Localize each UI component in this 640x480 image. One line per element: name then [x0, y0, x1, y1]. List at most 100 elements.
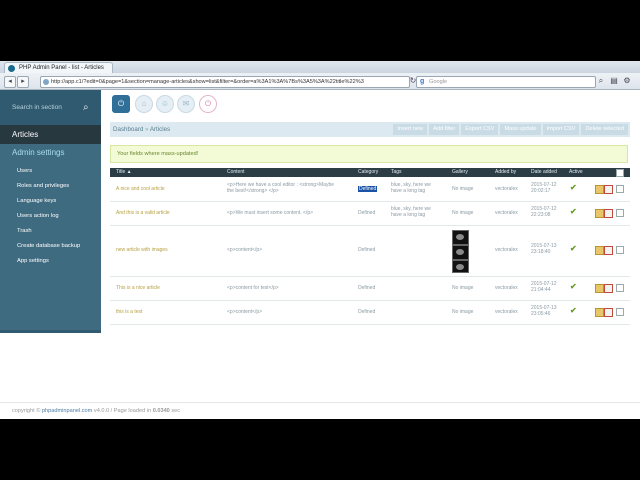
- row-checkbox[interactable]: [616, 308, 624, 316]
- row-title[interactable]: This is a nice article: [116, 285, 160, 291]
- row-content: <p>content for test</p>: [227, 285, 279, 291]
- delete-icon[interactable]: [604, 284, 613, 293]
- header-tags[interactable]: Tags: [391, 168, 402, 177]
- table-row[interactable]: A nice and cool article <p>Here we have …: [110, 177, 630, 202]
- delete-icon[interactable]: [604, 246, 613, 255]
- gallery-thumbnail[interactable]: [452, 245, 469, 260]
- row-checkbox[interactable]: [616, 284, 624, 292]
- footer-link[interactable]: phpadminpanel.com: [42, 408, 92, 414]
- row-checkbox[interactable]: [616, 185, 624, 193]
- edit-icon[interactable]: [595, 284, 604, 293]
- gear-icon[interactable]: ⚙: [622, 76, 632, 86]
- insert-new-button[interactable]: Insert new: [393, 124, 428, 135]
- mass-update-button[interactable]: Mass update: [500, 124, 541, 135]
- sidebar-item-action-log[interactable]: Users action log: [17, 212, 80, 227]
- header-title[interactable]: Title ▲: [116, 168, 132, 177]
- address-bar[interactable]: http://app.c1/?edit=0&page=1&section=man…: [40, 76, 410, 88]
- row-tags-line2: have a long tag: [391, 212, 426, 218]
- header-date-added[interactable]: Date added: [531, 168, 557, 177]
- sidebar-search[interactable]: Search in section ⌕: [0, 90, 101, 125]
- table-row[interactable]: new article with images <p>content</p> D…: [110, 226, 630, 277]
- table-row[interactable]: And this is a valid article <p>We must i…: [110, 202, 630, 226]
- title-bar: PHP Admin Panel - list - Articles: [0, 61, 640, 74]
- header-category[interactable]: Category: [358, 168, 378, 177]
- sidebar-item-app-settings[interactable]: App settings: [17, 257, 80, 272]
- search-bar[interactable]: g Google: [416, 76, 596, 88]
- row-added-by: vectoralex: [495, 285, 518, 291]
- header-content[interactable]: Content: [227, 168, 245, 177]
- row-content: <p>content</p>: [227, 247, 263, 253]
- row-checkbox[interactable]: [616, 246, 624, 254]
- forward-icon[interactable]: ▸: [17, 76, 29, 88]
- active-check-icon[interactable]: ✔: [570, 306, 577, 315]
- row-checkbox[interactable]: [616, 209, 624, 217]
- breadcrumb-current: Articles: [149, 126, 171, 133]
- sidebar-item-language-keys[interactable]: Language keys: [17, 197, 80, 212]
- page-footer: copyright © phpadminpanel.com v4.0.0 / P…: [0, 402, 640, 419]
- search-icon[interactable]: ⌕: [596, 76, 606, 86]
- favicon-icon: [8, 65, 15, 72]
- sidebar-group-admin-settings[interactable]: Admin settings: [12, 148, 64, 157]
- row-category[interactable]: Defined: [358, 247, 375, 253]
- row-category[interactable]: Defined: [358, 309, 375, 315]
- row-time: 23:18:40: [531, 249, 551, 255]
- active-check-icon[interactable]: ✔: [570, 183, 577, 192]
- image-icon: [456, 234, 464, 240]
- sidebar-item-trash[interactable]: Trash: [17, 227, 80, 242]
- top-toolbar: ⏻ ⌂ ☺ ✉ ⏻: [110, 90, 640, 118]
- footer-version: v4.0.0 / Page loaded in: [93, 408, 152, 414]
- row-gallery: No image: [452, 186, 474, 192]
- row-title[interactable]: this is a test: [116, 309, 142, 315]
- edit-icon[interactable]: [595, 308, 604, 317]
- user-icon[interactable]: ☺: [156, 95, 174, 113]
- delete-icon[interactable]: [604, 185, 613, 194]
- row-category[interactable]: Defined: [358, 186, 378, 192]
- table-row[interactable]: This is a nice article <p>content for te…: [110, 277, 630, 301]
- add-filter-button[interactable]: Add filter: [429, 124, 460, 135]
- delete-selected-button[interactable]: Delete selected: [581, 124, 628, 135]
- row-category-selected[interactable]: Defined: [358, 186, 378, 192]
- export-csv-button[interactable]: Export CSV: [461, 124, 499, 135]
- active-check-icon[interactable]: ✔: [570, 282, 577, 291]
- page-icon[interactable]: ▤: [609, 76, 619, 86]
- logout-icon[interactable]: ⏻: [199, 95, 217, 113]
- row-title[interactable]: new article with images: [116, 247, 168, 253]
- edit-icon[interactable]: [595, 185, 604, 194]
- active-check-icon[interactable]: ✔: [570, 207, 577, 216]
- sidebar-item-db-backup[interactable]: Create database backup: [17, 242, 80, 257]
- row-title[interactable]: And this is a valid article: [116, 210, 170, 216]
- home-icon[interactable]: ⌂: [135, 95, 153, 113]
- sidebar-item-roles[interactable]: Roles and privileges: [17, 182, 80, 197]
- row-category[interactable]: Defined: [358, 210, 375, 216]
- select-all-checkbox[interactable]: [616, 169, 624, 177]
- sidebar-search-input[interactable]: Search in section: [12, 104, 62, 111]
- header-added-by[interactable]: Added by: [495, 168, 516, 177]
- sidebar-item-users[interactable]: Users: [17, 167, 80, 182]
- gallery-thumbnail[interactable]: [452, 230, 469, 245]
- row-title[interactable]: A nice and cool article: [116, 186, 165, 192]
- edit-icon[interactable]: [595, 246, 604, 255]
- table-header: Title ▲ Content Category Tags Gallery Ad…: [110, 168, 630, 177]
- import-csv-button[interactable]: Import CSV: [542, 124, 580, 135]
- breadcrumb-dashboard[interactable]: Dashboard: [113, 126, 143, 133]
- header-gallery[interactable]: Gallery: [452, 168, 468, 177]
- browser-window: PHP Admin Panel - list - Articles ◂ ▸ ht…: [0, 61, 640, 419]
- row-category[interactable]: Defined: [358, 285, 375, 291]
- back-icon[interactable]: ◂: [4, 76, 16, 88]
- power-icon[interactable]: ⏻: [112, 95, 130, 113]
- row-added-by: vectoralex: [495, 309, 518, 315]
- search-icon[interactable]: ⌕: [83, 102, 89, 113]
- delete-icon[interactable]: [604, 209, 613, 218]
- navigation-bar: ◂ ▸ http://app.c1/?edit=0&page=1&section…: [0, 73, 640, 90]
- table-row[interactable]: this is a test <p>content</p> Defined No…: [110, 301, 630, 325]
- active-check-icon[interactable]: ✔: [570, 244, 577, 253]
- sidebar-item-articles[interactable]: Articles: [0, 125, 101, 144]
- google-icon: g: [420, 78, 425, 85]
- delete-icon[interactable]: [604, 308, 613, 317]
- row-time: 23:05:46: [531, 311, 551, 317]
- edit-icon[interactable]: [595, 209, 604, 218]
- row-time: 22:23:08: [531, 212, 551, 218]
- mail-icon[interactable]: ✉: [177, 95, 195, 113]
- header-active[interactable]: Active: [569, 168, 583, 177]
- gallery-thumbnail[interactable]: [452, 260, 469, 273]
